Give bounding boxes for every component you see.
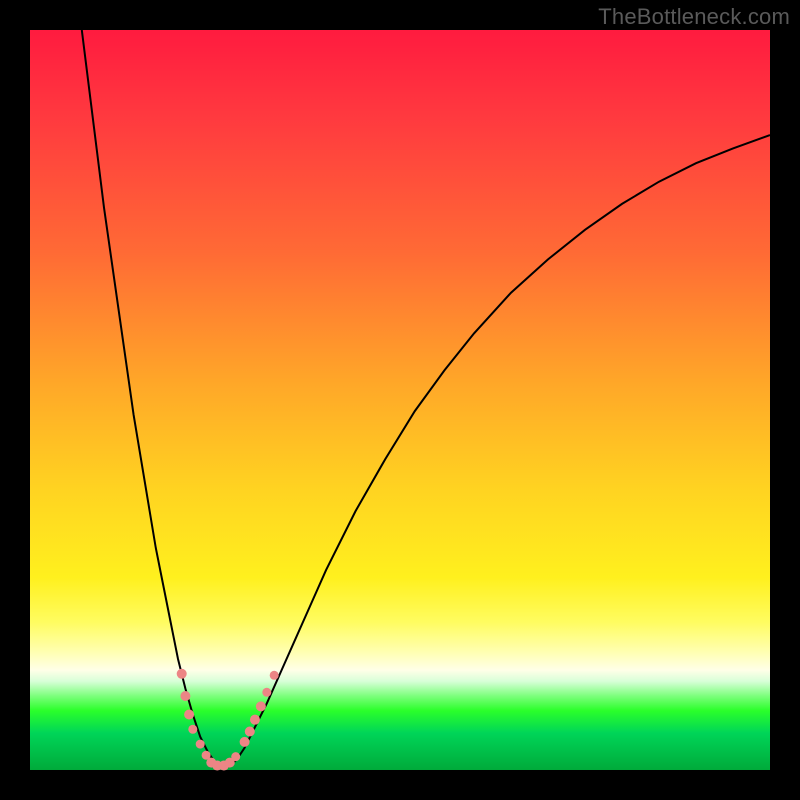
curve-marker <box>250 715 260 725</box>
curve-marker <box>177 669 187 679</box>
curve-marker <box>256 701 266 711</box>
chart-plot-area <box>30 30 770 770</box>
bottleneck-curve <box>82 30 770 766</box>
curve-marker <box>270 671 279 680</box>
chart-svg <box>30 30 770 770</box>
curve-marker <box>180 691 190 701</box>
curve-marker <box>184 710 194 720</box>
curve-marker <box>245 727 255 737</box>
curve-marker <box>231 752 240 761</box>
curve-marker <box>240 737 250 747</box>
curve-markers <box>177 669 279 771</box>
watermark-text: TheBottleneck.com <box>598 4 790 30</box>
curve-marker <box>188 725 197 734</box>
chart-frame: TheBottleneck.com <box>0 0 800 800</box>
curve-marker <box>262 688 271 697</box>
curve-marker <box>196 740 205 749</box>
